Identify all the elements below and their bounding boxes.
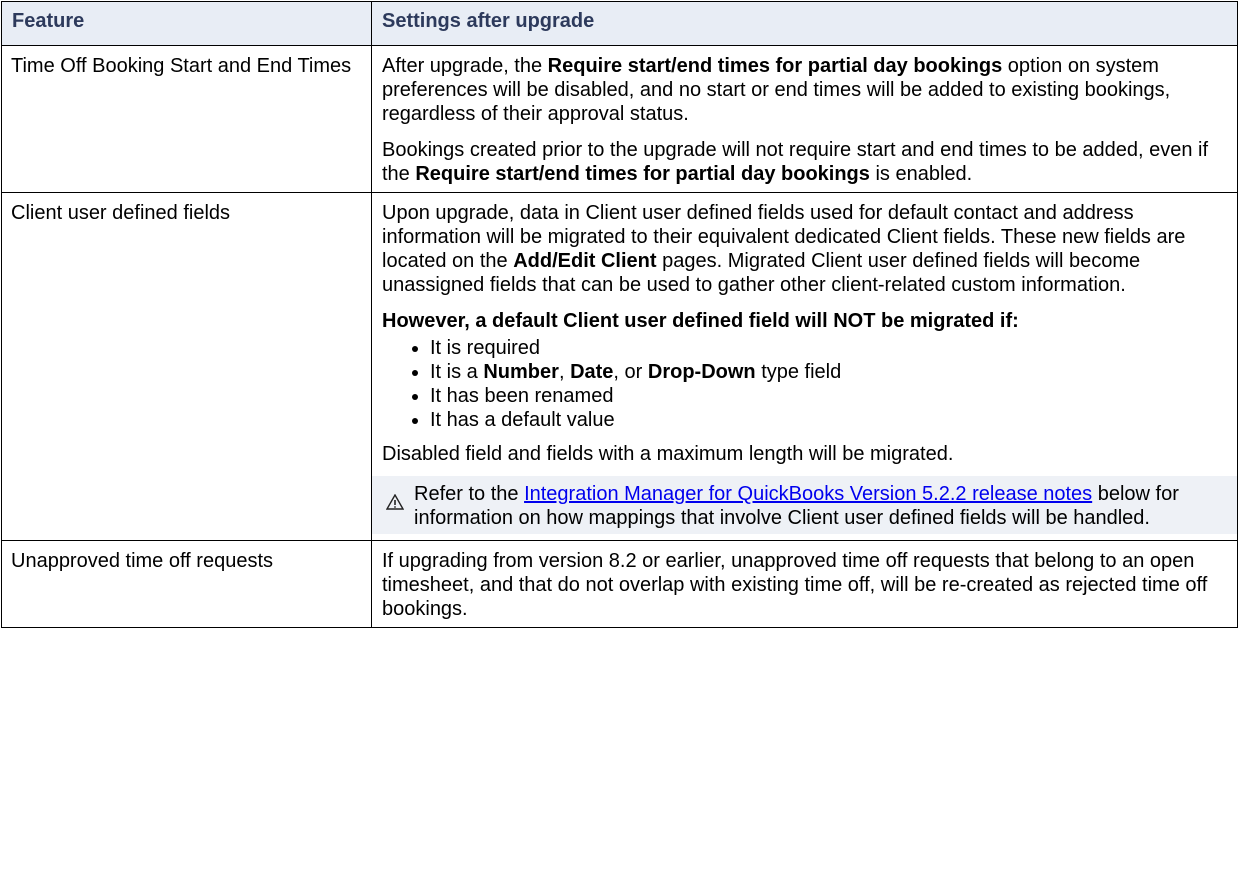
table-row: Time Off Booking Start and End Times Aft… xyxy=(1,45,1238,193)
subheading: However, a default Client user defined f… xyxy=(382,310,1019,332)
note-text: Refer to the Integration Manager for Qui… xyxy=(414,482,1223,530)
text: type field xyxy=(755,361,842,383)
table-row: Client user defined fields Upon upgrade,… xyxy=(1,192,1238,541)
text: , or xyxy=(613,361,648,383)
page-name: Add/Edit Client xyxy=(513,250,657,272)
list-item: It has been renamed xyxy=(430,384,1227,408)
header-settings: Settings after upgrade xyxy=(371,1,1238,46)
text: After upgrade, the xyxy=(382,55,548,77)
option-name: Require start/end times for partial day … xyxy=(547,55,1003,77)
warning-icon-svg xyxy=(385,493,405,510)
feature-cell: Unapproved time off requests xyxy=(1,540,372,628)
header-feature: Feature xyxy=(1,1,372,46)
type-name: Date xyxy=(570,361,614,383)
paragraph: Disabled field and fields with a maximum… xyxy=(382,443,954,465)
settings-cell: Upon upgrade, data in Client user define… xyxy=(371,192,1238,541)
type-name: Number xyxy=(483,361,559,383)
type-name: Drop-Down xyxy=(647,361,756,383)
note-box: Refer to the Integration Manager for Qui… xyxy=(372,476,1237,534)
paragraph: Bookings created prior to the upgrade wi… xyxy=(382,138,1227,186)
option-name: Require start/end times for partial day … xyxy=(415,163,870,185)
upgrade-settings-table: Feature Settings after upgrade Time Off … xyxy=(1,1,1238,628)
text: Refer to the xyxy=(414,483,525,505)
list-item: It is a Number, Date, or Drop-Down type … xyxy=(430,360,1227,384)
list-item: It has a default value xyxy=(430,408,1227,432)
text: is enabled. xyxy=(869,163,973,185)
paragraph: If upgrading from version 8.2 or earlier… xyxy=(382,550,1208,620)
table-header-row: Feature Settings after upgrade xyxy=(1,1,1238,46)
feature-cell: Time Off Booking Start and End Times xyxy=(1,45,372,193)
settings-cell: If upgrading from version 8.2 or earlier… xyxy=(371,540,1238,628)
release-notes-link[interactable]: Integration Manager for QuickBooks Versi… xyxy=(524,483,1092,505)
text: , xyxy=(558,361,571,383)
text: It is a xyxy=(430,361,484,383)
paragraph: Upon upgrade, data in Client user define… xyxy=(382,201,1227,297)
feature-cell: Client user defined fields xyxy=(1,192,372,541)
table-row: Unapproved time off requests If upgradin… xyxy=(1,540,1238,628)
settings-cell: After upgrade, the Require start/end tim… xyxy=(371,45,1238,193)
list-item: It is required xyxy=(430,336,1227,360)
warning-icon xyxy=(385,482,414,530)
conditions-list: It is required It is a Number, Date, or … xyxy=(382,336,1227,432)
paragraph: After upgrade, the Require start/end tim… xyxy=(382,54,1227,126)
